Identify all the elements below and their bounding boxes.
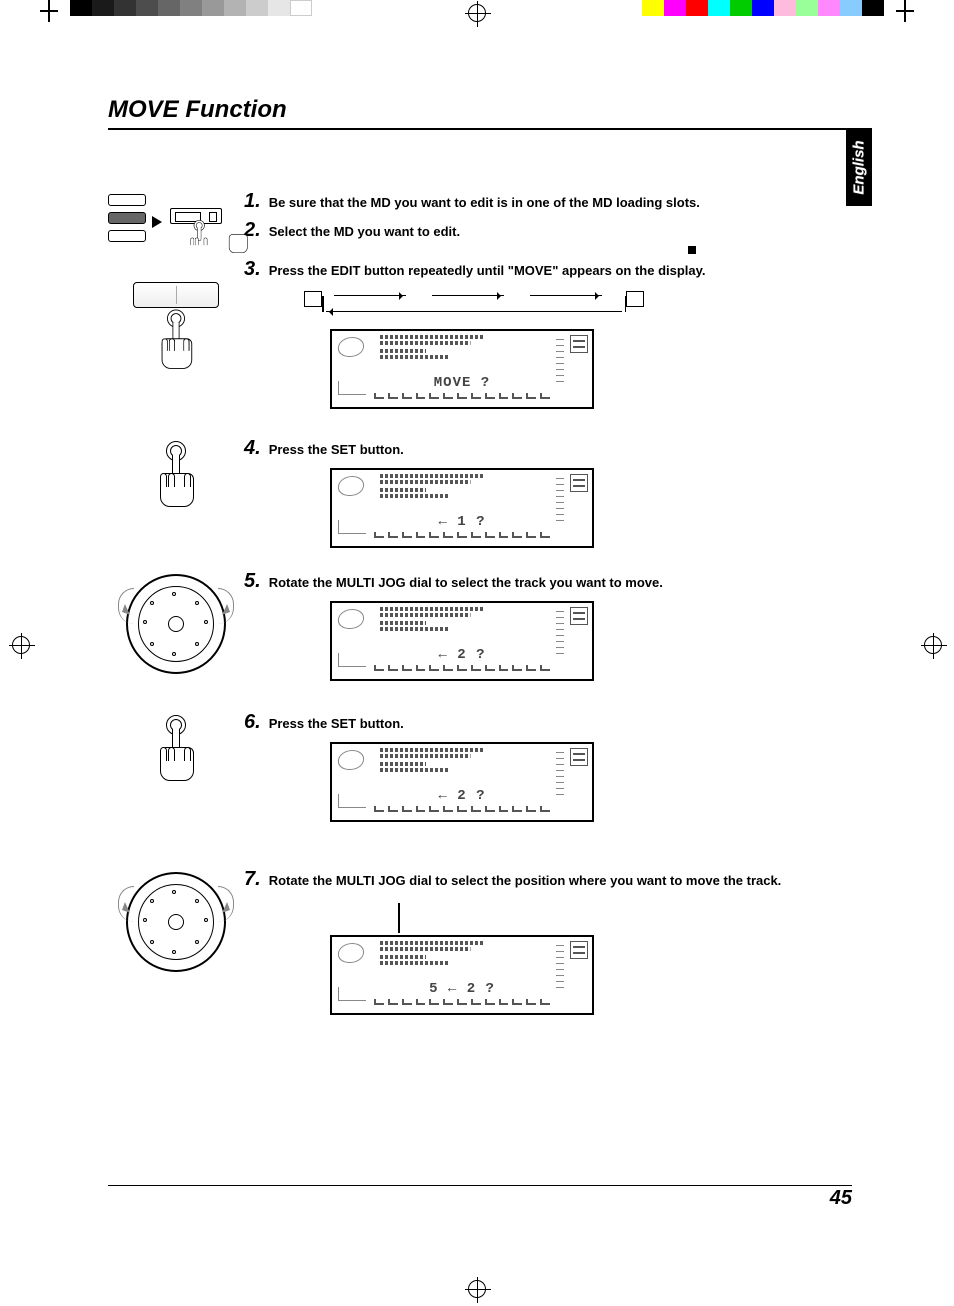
position-indicator-line bbox=[398, 903, 400, 933]
display-text: MOVE ? bbox=[332, 375, 592, 391]
device-display: ← 1 ? bbox=[330, 468, 594, 548]
device-display: MOVE ? bbox=[330, 329, 594, 409]
step-number: 3 bbox=[244, 258, 261, 281]
registration-mark-icon bbox=[924, 636, 942, 654]
display-text: ← 1 ? bbox=[332, 514, 592, 530]
edit-button-illustration bbox=[108, 282, 244, 376]
footer-rule bbox=[108, 1185, 852, 1186]
printer-registration-top bbox=[0, 0, 954, 24]
press-set-illustration bbox=[108, 437, 244, 511]
device-display: ← 2 ? bbox=[330, 601, 594, 681]
multi-jog-illustration bbox=[108, 868, 244, 972]
manual-page: MOVE Function English bbox=[0, 0, 954, 1306]
step-text: Be sure that the MD you want to edit is … bbox=[269, 195, 700, 211]
page-title: MOVE Function bbox=[108, 96, 848, 124]
language-label: English bbox=[851, 140, 868, 194]
color-bar bbox=[642, 0, 884, 16]
step-number: 1 bbox=[244, 190, 261, 213]
multi-jog-illustration bbox=[108, 570, 244, 674]
step-text: Press the SET button. bbox=[269, 442, 404, 458]
display-text: 5 ← 2 ? bbox=[332, 981, 592, 997]
registration-mark-icon bbox=[468, 1280, 486, 1298]
step-text: Rotate the MULTI JOG dial to select the … bbox=[269, 873, 782, 889]
step-number: 6 bbox=[244, 711, 261, 734]
step-number: 5 bbox=[244, 570, 261, 593]
section-header: MOVE Function bbox=[108, 96, 848, 130]
registration-mark-icon bbox=[12, 636, 30, 654]
display-text: ← 2 ? bbox=[332, 788, 592, 804]
page-number: 45 bbox=[830, 1187, 852, 1210]
grayscale-bar bbox=[70, 0, 312, 16]
step-text: Press the SET button. bbox=[269, 716, 404, 732]
steps-list: 1 Be sure that the MD you want to edit i… bbox=[108, 190, 848, 1027]
step-text: Select the MD you want to edit. bbox=[269, 224, 460, 240]
display-text: ← 2 ? bbox=[332, 647, 592, 663]
language-tab: English bbox=[846, 128, 872, 206]
step-text: Rotate the MULTI JOG dial to select the … bbox=[269, 575, 663, 591]
step-number: 7 bbox=[244, 868, 261, 891]
step-number: 4 bbox=[244, 437, 261, 460]
device-display: ← 2 ? bbox=[330, 742, 594, 822]
step1-illustration bbox=[108, 190, 244, 376]
press-set-illustration bbox=[108, 711, 244, 785]
device-display: 5 ← 2 ? bbox=[330, 935, 594, 1015]
edit-cycle-diagram bbox=[304, 287, 644, 321]
registration-mark-icon bbox=[468, 4, 486, 22]
step-text: Press the EDIT button repeatedly until "… bbox=[269, 263, 706, 279]
